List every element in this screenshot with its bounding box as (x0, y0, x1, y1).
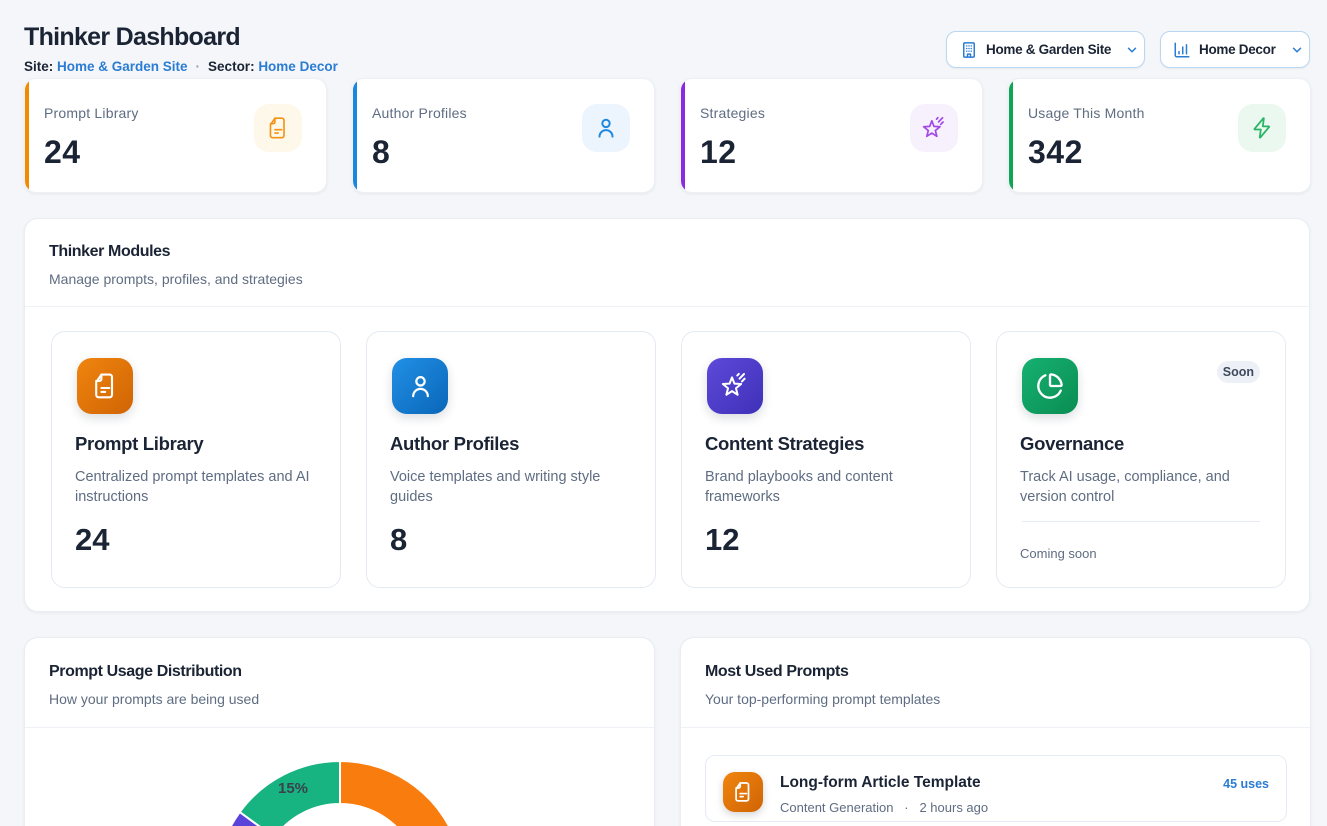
svg-text:15%: 15% (277, 780, 307, 797)
